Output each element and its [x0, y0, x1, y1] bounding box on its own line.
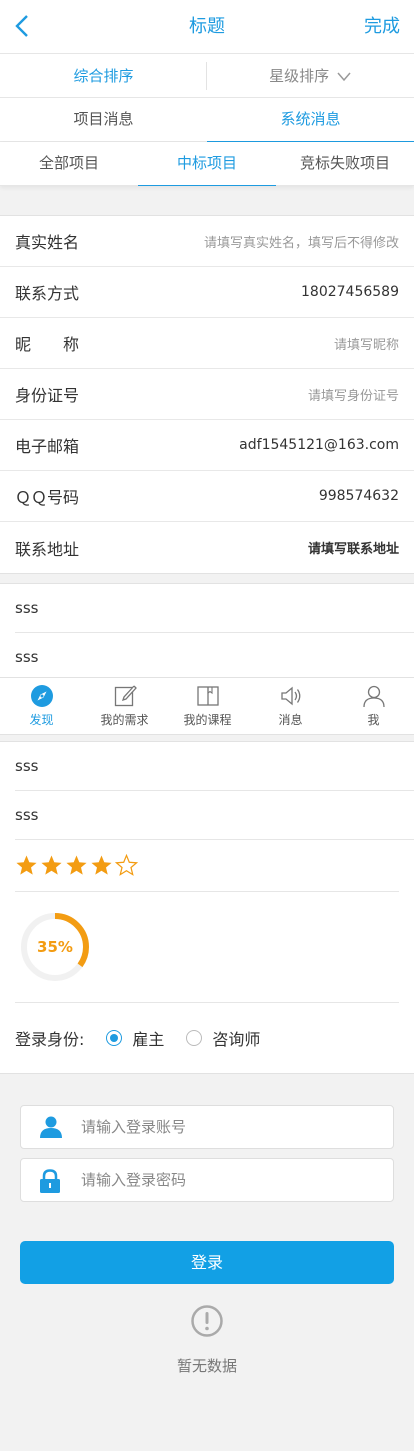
address-field[interactable]: 请填写联系地址 [308, 538, 399, 557]
form-row-qq[interactable]: ＱＱ号码 998574632 [0, 471, 414, 522]
form-row-id-number[interactable]: 身份证号 请填写身份证号 [0, 369, 414, 420]
tabbar-item-discover[interactable]: 发现 [0, 678, 83, 736]
form-row-real-name[interactable]: 真实姓名 请填写真实姓名，填写后不得修改 [0, 216, 414, 267]
radio-label: 咨询师 [212, 1030, 261, 1049]
address-label: 联系地址 [15, 539, 80, 559]
form-row-contact[interactable]: 联系方式 18027456589 [0, 267, 414, 318]
tabbar-label: 我的需求 [100, 713, 149, 727]
tab-system-messages[interactable]: 系统消息 [207, 98, 414, 142]
list-item[interactable]: sss [15, 584, 414, 633]
bottom-tab-bar: 发现 我的需求 我的课程 消息 我 [0, 677, 414, 735]
tab-project-messages[interactable]: 项目消息 [0, 98, 207, 142]
book-icon [196, 686, 219, 706]
id-number-label: 身份证号 [15, 386, 80, 405]
account-field[interactable] [20, 1105, 394, 1149]
star-filled-icon[interactable] [40, 854, 63, 877]
profile-form: 真实姓名 请填写真实姓名，填写后不得修改 联系方式 18027456589 昵 … [0, 215, 414, 574]
radio-dot [106, 1030, 123, 1046]
contact-label: 联系方式 [15, 284, 80, 303]
radio-consultant[interactable]: 咨询师 [186, 1026, 260, 1050]
account-input[interactable] [81, 1106, 381, 1148]
tabbar-item-my-needs[interactable]: 我的需求 [83, 678, 166, 736]
star-filled-icon[interactable] [90, 854, 113, 877]
tabbar-item-me[interactable]: 我 [332, 678, 414, 736]
empty-state-text: 暂无数据 [176, 1357, 237, 1375]
compass-icon [30, 685, 53, 707]
sort-bar: 综合排序 星级排序 [0, 54, 414, 98]
message-tabs: 项目消息 系统消息 [0, 98, 414, 142]
sort-comprehensive[interactable]: 综合排序 [0, 54, 207, 98]
project-tabs: 全部项目 中标项目 竞标失败项目 [0, 142, 414, 186]
radio-dot [186, 1030, 203, 1046]
progress-percent: 35% [37, 938, 73, 956]
email-label: 电子邮箱 [15, 437, 80, 456]
form-row-address[interactable]: 联系地址 请填写联系地址 [0, 522, 414, 573]
qq-label: ＱＱ号码 [15, 488, 80, 507]
tabbar-item-messages[interactable]: 消息 [249, 678, 332, 736]
password-input[interactable] [81, 1159, 381, 1201]
form-row-nickname[interactable]: 昵 称 请填写昵称 [0, 318, 414, 369]
list-item[interactable]: sss [15, 791, 414, 840]
tabbar-label: 消息 [278, 713, 303, 727]
user-icon [40, 1116, 62, 1138]
speaker-icon [280, 686, 300, 706]
star-filled-icon[interactable] [65, 854, 88, 877]
login-button[interactable]: 登录 [20, 1241, 394, 1284]
sort-star-label: 星级排序 [269, 67, 330, 85]
nickname-label: 昵 称 [15, 335, 80, 354]
id-number-field[interactable]: 请填写身份证号 [308, 385, 399, 404]
exclamation-icon [191, 1305, 223, 1337]
identity-selector: 登录身份: 雇主 咨询师 [15, 1003, 414, 1073]
list-section: sss sss [0, 583, 414, 677]
real-name-label: 真实姓名 [15, 233, 80, 252]
radio-employer[interactable]: 雇主 [106, 1026, 164, 1050]
star-rating[interactable] [15, 840, 399, 892]
radio-label: 雇主 [132, 1030, 165, 1049]
email-field[interactable]: adf1545121@163.com [239, 437, 399, 453]
progress-ring: 35% [15, 892, 399, 1003]
password-field[interactable] [20, 1158, 394, 1202]
sort-star[interactable]: 星级排序 [207, 54, 414, 98]
tabbar-label: 我的课程 [183, 713, 232, 727]
widgets-section: sss sss 35% 登录身份: 雇主 咨询师 [0, 741, 414, 1074]
user-icon [362, 685, 385, 708]
list-item[interactable]: sss [15, 742, 414, 791]
form-row-email[interactable]: 电子邮箱 adf1545121@163.com [0, 420, 414, 471]
contact-field[interactable]: 18027456589 [301, 284, 399, 300]
real-name-field[interactable]: 请填写真实姓名，填写后不得修改 [204, 232, 399, 251]
done-button[interactable]: 完成 [364, 0, 400, 54]
tab-won-projects[interactable]: 中标项目 [138, 142, 276, 186]
tab-all-projects[interactable]: 全部项目 [0, 142, 138, 186]
star-empty-icon[interactable] [115, 854, 138, 877]
chevron-down-icon [337, 72, 351, 81]
qq-field[interactable]: 998574632 [319, 488, 399, 504]
identity-label: 登录身份: [15, 1030, 85, 1049]
tabbar-item-my-courses[interactable]: 我的课程 [166, 678, 249, 736]
list-item[interactable]: sss [15, 633, 414, 677]
star-filled-icon[interactable] [15, 854, 38, 877]
header-bar: 标题 完成 [0, 0, 414, 54]
tab-failed-projects[interactable]: 竞标失败项目 [276, 142, 414, 186]
tabbar-label: 发现 [29, 713, 54, 727]
edit-icon [114, 685, 137, 707]
lock-icon [40, 1169, 60, 1193]
tabbar-label: 我 [367, 713, 380, 727]
page-title: 标题 [189, 16, 225, 37]
nickname-field[interactable]: 请填写昵称 [334, 334, 399, 353]
